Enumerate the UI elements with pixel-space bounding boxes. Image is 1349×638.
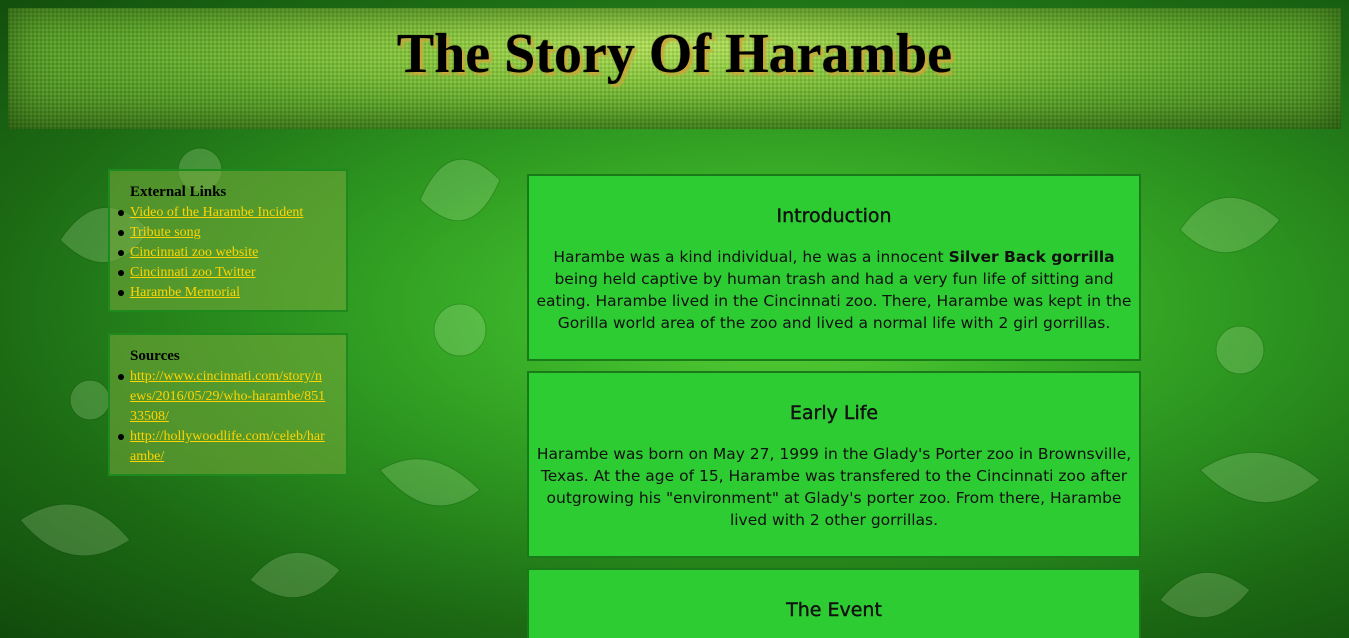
sources-heading: Sources: [130, 348, 180, 364]
section-title: Early Life: [789, 402, 879, 424]
link-zoo-website[interactable]: Cincinnati zoo website: [130, 245, 258, 260]
list-item: Harambe Memorial: [118, 283, 346, 303]
external-links-heading: External Links: [130, 184, 227, 200]
link-harambe-video[interactable]: Video of the Harambe Incident: [130, 205, 303, 220]
intro-text-start: Harambe was a kind individual, he was a …: [553, 248, 949, 266]
source-link-cincinnati[interactable]: http://www.cincinnati.com/story/news/201…: [130, 369, 325, 424]
early-life-section: Early Life Harambe was born on May 27, 1…: [527, 371, 1141, 558]
intro-text-bold: Silver Back gorrilla: [948, 248, 1115, 266]
link-zoo-twitter[interactable]: Cincinnati zoo Twitter: [130, 265, 256, 280]
section-text: Harambe was born on May 27, 1999 in the …: [536, 445, 1132, 529]
list-item: Tribute song: [118, 223, 346, 243]
section-title: The Event: [786, 599, 882, 621]
sources-panel: Sources http://www.cincinnati.com/story/…: [108, 333, 348, 476]
external-links-list: Video of the Harambe Incident Tribute so…: [110, 203, 346, 303]
the-event-section: The Event: [527, 568, 1141, 638]
section-text: Harambe was a kind individual, he was a …: [535, 246, 1133, 334]
list-item: Cincinnati zoo Twitter: [118, 263, 346, 283]
link-harambe-memorial[interactable]: Harambe Memorial: [130, 285, 240, 300]
intro-text-end: being held captive by human trash and ha…: [536, 270, 1132, 332]
list-item: Video of the Harambe Incident: [118, 203, 346, 223]
link-tribute-song[interactable]: Tribute song: [130, 225, 201, 240]
section-title: Introduction: [776, 205, 892, 227]
list-item: http://www.cincinnati.com/story/news/201…: [118, 367, 346, 427]
introduction-section: Introduction Harambe was a kind individu…: [527, 174, 1141, 361]
page-title: The Story Of Harambe: [396, 23, 953, 85]
source-link-hollywoodlife[interactable]: http://hollywoodlife.com/celeb/harambe/: [130, 429, 325, 464]
list-item: Cincinnati zoo website: [118, 243, 346, 263]
external-links-panel: External Links Video of the Harambe Inci…: [108, 169, 348, 312]
list-item: http://hollywoodlife.com/celeb/harambe/: [118, 427, 346, 467]
sources-list: http://www.cincinnati.com/story/news/201…: [110, 367, 346, 467]
